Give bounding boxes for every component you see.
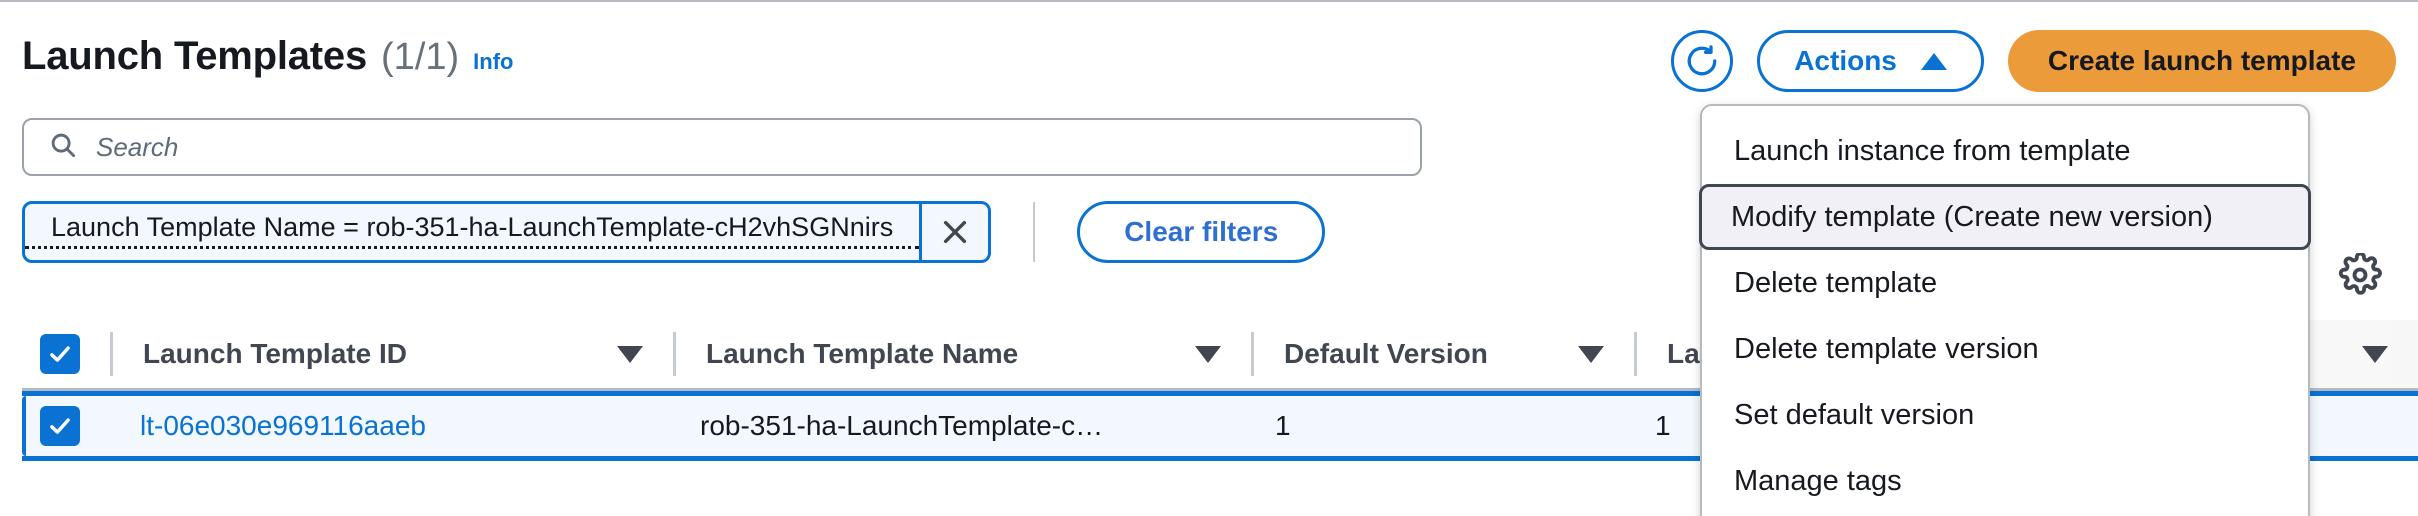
menu-item-launch-instance-from-template[interactable]: Launch instance from template xyxy=(1702,118,2308,184)
row-checkbox[interactable] xyxy=(40,406,80,446)
column-header-launch-template-name[interactable]: Launch Template Name xyxy=(676,320,1251,388)
sort-descending-icon xyxy=(1578,345,1604,363)
column-header-label: Launch Template ID xyxy=(143,338,407,369)
menu-item-label: Delete template version xyxy=(1734,332,2039,365)
actions-button-label: Actions xyxy=(1794,45,1897,76)
menu-item-set-default-version[interactable]: Set default version xyxy=(1702,382,2308,448)
menu-item-label: Launch instance from template xyxy=(1734,134,2131,167)
menu-item-label: Delete template xyxy=(1734,266,1938,299)
refresh-button[interactable] xyxy=(1671,30,1734,92)
caret-up-icon xyxy=(1920,52,1947,70)
row-select-cell xyxy=(22,406,110,446)
info-link[interactable]: Info xyxy=(473,51,513,73)
cell-default-version: 1 xyxy=(1275,410,1291,441)
search-icon xyxy=(48,130,78,165)
menu-item-manage-tags[interactable]: Manage tags xyxy=(1702,448,2308,514)
column-header-launch-template-id[interactable]: Launch Template ID xyxy=(113,320,673,388)
search-input[interactable]: Search xyxy=(22,118,1422,176)
launch-templates-page: Launch Templates (1/1) Info Actions Crea… xyxy=(0,0,2418,516)
menu-item-delete-template-version[interactable]: Delete template version xyxy=(1702,316,2308,382)
actions-button[interactable]: Actions xyxy=(1757,30,1984,92)
checkbox-checked-icon xyxy=(47,413,73,439)
sort-descending-icon xyxy=(2362,345,2388,363)
menu-item-label: Modify template (Create new version) xyxy=(1731,200,2213,233)
filter-row: Launch Template Name = rob-351-ha-Launch… xyxy=(22,200,1326,264)
checkbox-checked-icon xyxy=(47,341,73,367)
menu-item-modify-template[interactable]: Modify template (Create new version) xyxy=(1699,184,2311,250)
filter-divider xyxy=(1033,202,1036,262)
cell-launch-template-name: rob-351-ha-LaunchTemplate-c… xyxy=(700,410,1104,441)
page-title: Launch Templates xyxy=(22,34,368,78)
page-title-group: Launch Templates (1/1) Info xyxy=(22,36,514,76)
page-header: Launch Templates (1/1) Info Actions Crea… xyxy=(22,30,2396,92)
close-icon xyxy=(939,216,971,248)
menu-item-label: Set default version xyxy=(1734,398,1975,431)
sort-descending-icon xyxy=(1195,345,1221,363)
refresh-icon xyxy=(1684,43,1720,79)
clear-filters-button[interactable]: Clear filters xyxy=(1077,201,1326,263)
top-divider xyxy=(0,0,2418,2)
menu-item-label: Manage tags xyxy=(1734,464,1902,497)
gear-icon xyxy=(2338,251,2382,300)
page-count: (1/1) xyxy=(381,36,460,78)
sort-descending-icon xyxy=(617,345,643,363)
preferences-button[interactable] xyxy=(2332,248,2388,304)
select-all-checkbox[interactable] xyxy=(40,334,80,374)
filter-token[interactable]: Launch Template Name = rob-351-ha-Launch… xyxy=(22,201,992,263)
column-header-default-version[interactable]: Default Version xyxy=(1254,320,1634,388)
filter-token-dismiss-button[interactable] xyxy=(919,204,988,260)
menu-item-delete-template[interactable]: Delete template xyxy=(1702,250,2308,316)
select-all-cell xyxy=(22,334,110,374)
filter-token-label: Launch Template Name = rob-351-ha-Launch… xyxy=(25,209,920,249)
cell-launch-template-id[interactable]: lt-06e030e969116aaeb xyxy=(110,391,670,461)
search-placeholder: Search xyxy=(96,131,179,162)
column-header-label: Default Version xyxy=(1284,338,1488,369)
actions-dropdown-menu: Launch instance from template Modify tem… xyxy=(1699,104,2311,516)
create-launch-template-button[interactable]: Create launch template xyxy=(2007,30,2396,92)
header-actions: Actions Create launch template xyxy=(1671,30,2396,92)
column-header-label: Launch Template Name xyxy=(706,338,1019,369)
